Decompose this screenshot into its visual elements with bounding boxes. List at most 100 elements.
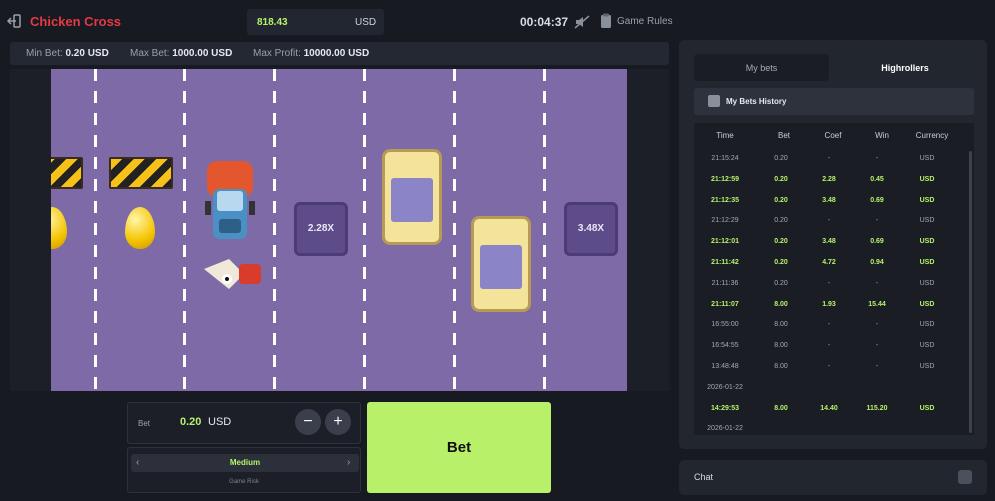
cell-win: 0.69 <box>870 238 884 246</box>
cell-bet: 0.20 <box>774 155 788 162</box>
cell-time: 16:54:55 <box>711 342 739 350</box>
rules-icon[interactable] <box>600 13 612 29</box>
risk-value: Medium <box>229 458 261 467</box>
cell-cur: USD <box>919 217 935 225</box>
cell-bet: 0.20 <box>774 196 788 204</box>
col-header-win: Win <box>875 131 889 140</box>
cell-coef: 4.72 <box>822 259 836 266</box>
table-row: 21:11:07 8.00 1.93 15.44 USD <box>694 295 966 316</box>
chicken-icon <box>204 259 261 289</box>
max-profit-info: Max Profit: 10000.00 USD <box>253 48 369 59</box>
tab-highrollers[interactable]: Highrollers <box>836 54 974 81</box>
bet-amount-input[interactable]: 0.20 <box>180 416 201 428</box>
col-header-currency: Currency <box>915 131 949 140</box>
tab-my-bets[interactable]: My bets <box>694 54 829 81</box>
cell-bet: 0.20 <box>774 175 788 183</box>
cell-time: 16:55:00 <box>711 321 739 329</box>
lane-line <box>453 69 456 391</box>
cell-cur: USD <box>919 155 935 162</box>
board-margin-right <box>627 69 669 391</box>
increase-bet-button[interactable]: + <box>325 409 351 435</box>
cell-coef: - <box>827 217 831 225</box>
car-icon <box>382 149 442 245</box>
decrease-bet-button[interactable]: − <box>295 409 321 435</box>
cell-cur: USD <box>919 321 935 329</box>
lane-line <box>543 69 546 391</box>
chat-panel[interactable] <box>679 460 987 495</box>
cell-time: 21:12:59 <box>710 175 740 183</box>
table-row: 21:11:42 0.20 4.72 0.94 USD <box>694 253 966 274</box>
cell-time: 21:15:24 <box>711 155 739 162</box>
table-row: 16:54:55 8.00 - - USD <box>694 336 966 357</box>
sound-off-icon[interactable] <box>574 14 590 30</box>
barrier-icon <box>51 157 83 189</box>
multiplier-tile[interactable]: 3.48X <box>564 202 618 256</box>
cell-time: 13:48:48 <box>711 363 739 370</box>
cell-bet: 0.20 <box>774 279 788 287</box>
game-title: Chicken Cross <box>30 14 122 29</box>
cell-cur: USD <box>919 238 935 246</box>
min-bet-value: 0.20 USD <box>65 48 109 59</box>
table-row: 21:12:29 0.20 - - USD <box>694 211 966 232</box>
max-bet-info: Max Bet: 1000.00 USD <box>130 48 232 59</box>
table-row: 21:11:36 0.20 - - USD <box>694 274 966 295</box>
game-rules-link[interactable]: Game Rules <box>617 16 673 27</box>
cell-win: - <box>875 321 879 329</box>
cell-bet: 0.20 <box>774 217 788 225</box>
cell-win: - <box>875 363 879 370</box>
cell-win: 0.94 <box>870 259 884 266</box>
bet-button[interactable]: Bet <box>367 402 551 493</box>
cell-cur: USD <box>919 175 935 183</box>
cell-coef: 1.93 <box>822 300 836 308</box>
barrier-icon <box>109 157 173 189</box>
bet-currency: USD <box>208 416 232 428</box>
bet-amount-label: Bet <box>138 419 151 428</box>
cell-win: - <box>875 217 879 225</box>
max-bet-value: 1000.00 USD <box>172 48 233 59</box>
multiplier-tile[interactable]: 2.28X <box>294 202 348 256</box>
table-row: 21:15:24 0.20 - - USD <box>694 149 966 170</box>
cell-coef: 2.28 <box>822 175 836 183</box>
cell-cur: USD <box>919 279 935 287</box>
cell-time: 21:12:01 <box>710 238 740 246</box>
cell-win: 0.69 <box>870 196 884 204</box>
cell-cur: USD <box>919 404 935 412</box>
cell-win: - <box>875 342 879 350</box>
cell-cur: USD <box>919 259 935 266</box>
car-windshield <box>480 245 522 289</box>
cell-time: 21:11:36 <box>711 279 739 287</box>
exit-icon[interactable] <box>6 13 22 29</box>
car-icon <box>471 216 531 312</box>
game-board[interactable]: 2.28X 3.48X <box>51 69 627 391</box>
date-separator: 2026-01-22 <box>694 378 966 399</box>
cell-coef: 14.40 <box>820 404 838 412</box>
table-row: 21:12:35 0.20 3.48 0.69 USD <box>694 191 966 212</box>
chat-label: Chat <box>694 472 714 482</box>
cell-cur: USD <box>919 196 935 204</box>
chat-expand-icon[interactable] <box>958 470 972 484</box>
cell-bet: 8.00 <box>774 300 788 308</box>
min-bet-label: Min Bet: <box>26 48 63 59</box>
col-header-time: Time <box>716 131 734 140</box>
cell-cur: USD <box>919 363 935 370</box>
max-profit-label: Max Profit: <box>253 48 301 59</box>
board-margin-left <box>10 69 51 391</box>
history-title: My Bets History <box>726 97 787 106</box>
cell-coef: - <box>827 155 831 162</box>
cell-time: 21:11:07 <box>711 300 739 308</box>
max-profit-value: 10000.00 USD <box>303 48 370 59</box>
history-scrollbar[interactable] <box>969 151 972 433</box>
balance-currency: USD <box>355 17 377 28</box>
cell-coef: 3.48 <box>822 196 836 204</box>
date-separator: 2026-01-22 <box>694 419 966 440</box>
cell-time: 2026-01-22 <box>707 383 743 391</box>
cell-coef: - <box>827 342 831 350</box>
cell-win: 15.44 <box>868 300 886 308</box>
cell-win: - <box>875 155 879 162</box>
lane-line <box>94 69 97 391</box>
tuk-tuk-icon <box>205 161 255 239</box>
cell-time: 21:12:35 <box>710 196 740 204</box>
cell-time: 21:12:29 <box>711 217 739 225</box>
table-row: 14:29:53 8.00 14.40 115.20 USD <box>694 399 966 420</box>
min-bet-info: Min Bet: 0.20 USD <box>26 48 109 59</box>
